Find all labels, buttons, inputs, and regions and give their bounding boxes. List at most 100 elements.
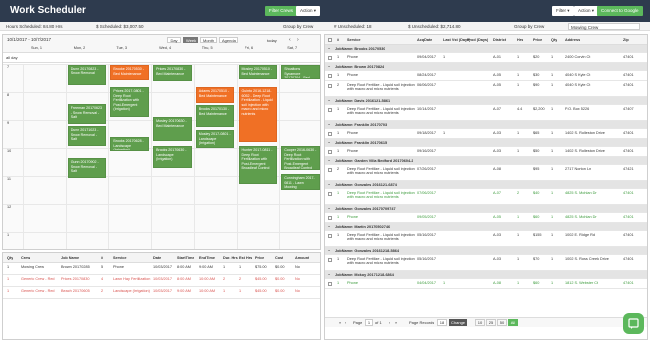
column-header[interactable]: Price xyxy=(255,256,264,260)
calendar-event[interactable]: Dunn 20171023 - Snow Removal - Salt xyxy=(67,126,107,146)
column-header[interactable]: Qty xyxy=(551,38,557,42)
calendar-event[interactable]: Brooke 20170530 - Bed Maintenance xyxy=(110,65,150,80)
service-row[interactable]: 1 Phone 09/05/2017 A-05 1 $60 1 4825 S. Mohlan … xyxy=(325,213,647,223)
job-group-header[interactable]: − JobName: Gonzales 20170709747 xyxy=(325,205,647,213)
job-group-header[interactable]: − JobName: Davis 2016121-5861 xyxy=(325,97,647,105)
row-checkbox[interactable] xyxy=(328,192,332,196)
table-row[interactable]: 1 Generic Crew - Red Beach 20170605 2 Landsc… xyxy=(3,287,320,299)
job-group-header[interactable]: − JobName: Brooks 20170530 xyxy=(325,45,647,53)
service-row[interactable]: 1 Phone 08/24/2017 A-05 1 $30 1 4040 S Kyle Ct 4… xyxy=(325,71,647,81)
collapse-icon[interactable]: − xyxy=(328,207,330,211)
column-header[interactable]: Address xyxy=(565,38,580,42)
column-header[interactable]: Est Hrs xyxy=(239,256,252,260)
first-page-icon[interactable]: « xyxy=(339,320,341,325)
job-group-header[interactable]: − JobName: Franklin 20170703 xyxy=(325,121,647,129)
column-header[interactable]: Date xyxy=(153,256,161,260)
service-row[interactable]: 1 Deep Root Fertilize - Liquid soil injec… xyxy=(325,255,647,271)
action-dropdown[interactable]: Action ▾ xyxy=(296,6,321,16)
service-row[interactable]: 1 Deep Root Fertilize - Liquid soil injec… xyxy=(325,189,647,205)
select-all-checkbox[interactable] xyxy=(328,38,332,42)
filter-dropdown[interactable]: Filter ▾ xyxy=(552,6,574,16)
collapse-icon[interactable]: − xyxy=(328,273,330,277)
calendar-event[interactable]: Mosley 2017-0801 - Landscape (Irrigation… xyxy=(195,130,235,148)
column-header[interactable]: Qty xyxy=(7,256,13,260)
service-row[interactable]: 1 Phone 04/04/2017 1 A-08 1 $60 1 1812 S. Webste… xyxy=(325,279,647,289)
column-header[interactable]: # xyxy=(101,256,103,260)
column-header[interactable]: StartTime xyxy=(177,256,194,260)
job-group-header[interactable]: − JobName: Mckoy 20171218-6864 xyxy=(325,271,647,279)
calendar-event[interactable]: Cooper 2016-0630 - Deep Root Fertilizati… xyxy=(281,146,320,170)
service-row[interactable]: 1 Phone 09/16/2017 A-03 1 $50 1 1402 S. Rollest… xyxy=(325,147,647,157)
view-month-button[interactable]: Month xyxy=(200,37,217,43)
collapse-icon[interactable]: − xyxy=(328,225,330,229)
column-header[interactable]: Dur. Hrs xyxy=(223,256,238,260)
column-header[interactable]: EndTime xyxy=(199,256,215,260)
connect-google-button[interactable]: Connect to Google xyxy=(597,6,643,16)
column-header[interactable]: # xyxy=(337,38,339,42)
column-header[interactable]: AcqDate xyxy=(417,38,432,42)
row-checkbox[interactable] xyxy=(328,56,332,60)
row-checkbox[interactable] xyxy=(328,282,332,286)
calendar-event[interactable]: Mosley 20170510 - Bed Maintenance xyxy=(238,65,278,79)
column-header[interactable]: Hrs xyxy=(517,38,523,42)
column-header[interactable]: Zip xyxy=(623,38,629,42)
row-checkbox[interactable] xyxy=(328,84,332,88)
collapse-icon[interactable]: − xyxy=(328,123,330,127)
service-row[interactable]: 1 Deep Root Fertilize - Liquid soil injec… xyxy=(325,231,647,247)
row-checkbox[interactable] xyxy=(328,132,332,136)
crew-select[interactable]: Mowing Crew xyxy=(568,23,640,30)
last-page-icon[interactable]: » xyxy=(395,320,397,325)
column-header[interactable]: Price xyxy=(533,38,542,42)
job-group-header[interactable]: − JobName: Gonzales 2016121-6874 xyxy=(325,181,647,189)
per-page-10[interactable]: 10 xyxy=(475,319,485,326)
calendar-event[interactable]: Freeman 20170623 - Snow Removal - Salt xyxy=(67,104,107,124)
row-checkbox[interactable] xyxy=(328,74,332,78)
calendar-event[interactable]: Adams 20170510 - Bed Maintenance xyxy=(195,87,235,103)
collapse-icon[interactable]: − xyxy=(328,183,330,187)
column-header[interactable]: Service xyxy=(347,38,361,42)
row-checkbox[interactable] xyxy=(328,150,332,154)
job-group-header[interactable]: − JobName: Garden Villa Bedford 20170604-… xyxy=(325,157,647,165)
next-page-icon[interactable]: › xyxy=(389,320,390,325)
prev-week-icon[interactable]: ‹ xyxy=(289,37,291,43)
row-checkbox[interactable] xyxy=(328,216,332,220)
view-agenda-button[interactable]: Agenda xyxy=(219,37,238,43)
service-row[interactable]: 2 Deep Root Fertilize - Liquid soil injec… xyxy=(325,165,647,181)
job-group-header[interactable]: − JobName: Franklin 20170615 xyxy=(325,139,647,147)
job-group-header[interactable]: − JobName: Brown 20170824 xyxy=(325,63,647,71)
column-header[interactable]: Prod (Days) xyxy=(467,38,488,42)
calendar-event[interactable]: Hunter 2017-0811 - Deep Root Fertilizati… xyxy=(238,146,278,184)
row-checkbox[interactable] xyxy=(328,258,332,262)
chat-bubble-button[interactable] xyxy=(623,313,644,334)
calendar-event[interactable]: Brooks 20170130 - Bed Maintenance xyxy=(195,105,235,127)
column-header[interactable]: Job Name xyxy=(61,256,79,260)
calendar-event[interactable]: Prices 20170830 - Bed Maintenance xyxy=(153,65,192,81)
calendar-event[interactable]: Guinto 2016-1218-6052 - Deep Root Fertil… xyxy=(238,87,278,142)
page-records-input[interactable]: 18 xyxy=(437,319,447,326)
calendar-grid[interactable]: 78910111212Dunn 20170823 - Snow RemovalB… xyxy=(3,64,320,249)
filter-crews-button[interactable]: Filter Crews xyxy=(265,6,298,16)
calendar-event[interactable]: Gunn 20170902 - Snow Removal - Salt xyxy=(67,158,107,178)
view-day-button[interactable]: Day xyxy=(167,37,181,43)
service-row[interactable]: 2 Deep Root Fertilize - Liquid soil injec… xyxy=(325,81,647,97)
column-header[interactable]: Crew xyxy=(21,256,30,260)
table-row[interactable]: 1 Generic Crew - Red Prices 20170830 4 Lawn … xyxy=(3,275,320,287)
collapse-icon[interactable]: − xyxy=(328,99,330,103)
job-group-header[interactable]: − JobName: Martin 20170502746 xyxy=(325,223,647,231)
prev-page-icon[interactable]: ‹ xyxy=(345,320,346,325)
action-dropdown-right[interactable]: Action ▾ xyxy=(574,6,599,16)
today-button[interactable]: today xyxy=(267,38,277,43)
row-checkbox[interactable] xyxy=(328,168,332,172)
row-checkbox[interactable] xyxy=(328,234,332,238)
collapse-icon[interactable]: − xyxy=(328,159,330,163)
per-page-25[interactable]: 25 xyxy=(486,319,496,326)
service-row[interactable]: 1 Phone 09/18/2017 1 A-03 1 $65 1 1402 S. Rolles… xyxy=(325,129,647,139)
collapse-icon[interactable]: − xyxy=(328,65,330,69)
row-checkbox[interactable] xyxy=(328,108,332,112)
collapse-icon[interactable]: − xyxy=(328,249,330,253)
page-number-input[interactable]: 1 xyxy=(365,319,373,326)
calendar-event[interactable]: Mosley 20170630 - Bed Maintenance xyxy=(153,117,192,141)
calendar-event[interactable]: Brooks 20170628 - Landscape (Irrigation) xyxy=(110,137,150,151)
per-page-all[interactable]: All xyxy=(508,319,518,326)
table-row[interactable]: 1 Mowing Crew Brown 20170285 5 Phone 10/03/20… xyxy=(3,263,320,275)
